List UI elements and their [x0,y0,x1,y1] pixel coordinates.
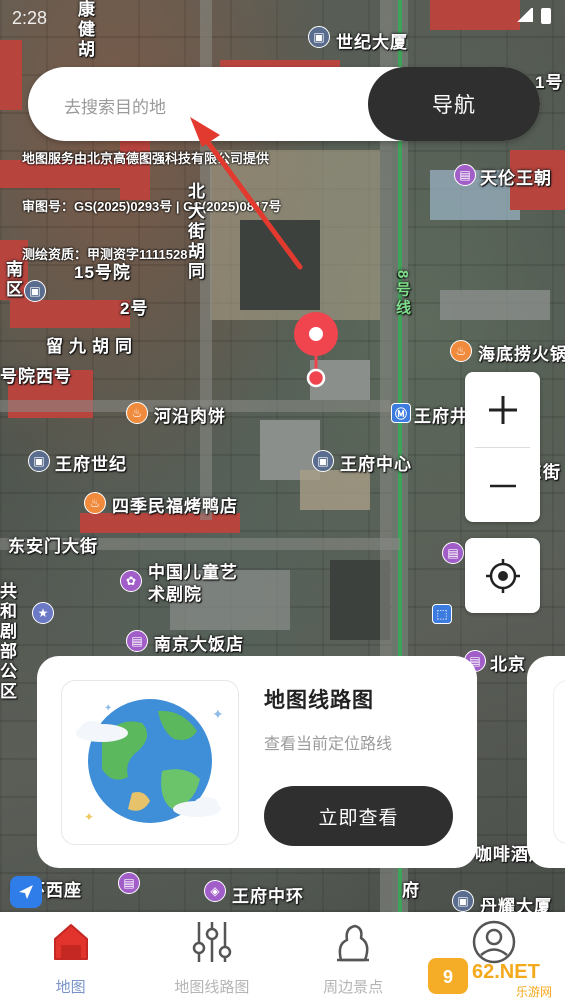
card-subtitle: 查看当前定位路线 [264,736,393,753]
map-label: 南区 [3,260,22,300]
shopping-icon[interactable]: ◈ [204,880,226,902]
theater-icon[interactable]: ✿ [120,570,142,592]
tab-map[interactable]: 地图 [0,912,141,1004]
map-label[interactable]: 天伦王朝 [480,164,552,189]
map-label: 留九胡同 [46,337,138,356]
map-label[interactable]: 王府中心 [340,450,412,475]
next-card-thumbnail [553,680,565,844]
building [430,0,520,30]
map-label: 府 [402,881,420,900]
hotel-icon[interactable]: ▤ [454,164,476,186]
office-icon[interactable]: ▣ [312,450,334,472]
zoom-controls [465,372,540,522]
watermark-sub: 乐游网 [516,985,552,999]
hotel-icon[interactable]: ▤ [442,542,464,564]
subway-line-label: 8号线 [394,270,411,318]
map-label[interactable]: 河沿肉饼 [154,402,226,427]
globe-icon: ✦ ✦ ✦ [76,699,224,824]
office-icon[interactable]: ▣ [24,280,46,302]
svg-text:✦: ✦ [104,703,112,714]
zoom-in-button[interactable] [465,372,540,447]
building [0,40,22,110]
map-label[interactable]: 王府井 [414,402,468,427]
crosshair-icon [485,558,520,593]
map-label[interactable]: 海底捞火锅 [478,340,565,365]
search-input[interactable]: 去搜索目的地 [64,93,166,118]
tab-label: 周边景点 [323,979,384,996]
svg-text:9: 9 [443,967,453,987]
card-thumbnail: ✦ ✦ ✦ [61,680,239,845]
building [440,290,550,320]
restaurant-icon[interactable]: ♨ [450,340,472,362]
favorite-icon[interactable]: ★ [32,602,54,624]
view-now-button[interactable]: 立即查看 [264,786,453,846]
navigation-app-icon[interactable] [10,876,42,908]
status-icons [515,8,551,24]
tab-route-map[interactable]: 地图线路图 [141,912,282,1004]
navigate-button[interactable]: 导航 [368,67,540,141]
map-label[interactable]: 四季民福烤鸭店 [112,492,238,517]
map-label: 康健胡 [75,0,94,60]
building [300,470,370,510]
map-label: 东安门大街 [8,537,98,556]
sliders-icon [190,920,234,964]
status-time: 2:28 [12,8,48,28]
restaurant-icon[interactable]: ♨ [126,402,148,424]
map-label: 号院西号 [0,367,72,386]
subway-icon[interactable]: Ⓜ [391,403,411,423]
map-label[interactable]: 王府中环 [232,882,304,907]
zoom-out-button[interactable] [465,448,540,523]
restaurant-icon[interactable]: ♨ [84,492,106,514]
map-label[interactable]: 王府世纪 [55,450,127,475]
site-watermark: 9 62.NET 乐游网 [426,952,561,1000]
map-label: 1号 [535,73,564,92]
office-icon[interactable]: ▣ [28,450,50,472]
location-pin-icon[interactable] [290,310,342,390]
hotel-icon[interactable]: ▤ [118,872,140,894]
map-label: 15号院 [74,263,131,282]
minus-icon [489,484,516,487]
office-icon[interactable]: ▣ [452,890,474,912]
office-icon[interactable]: ▣ [308,26,330,48]
locate-button[interactable] [465,538,540,613]
map-label: 2号 [120,299,149,318]
battery-icon [541,8,551,24]
hotel-icon[interactable]: ▤ [126,630,148,652]
exit-icon[interactable]: ⬚ [432,604,452,624]
map-label[interactable]: 世纪大厦 [336,28,408,53]
map-label: 共和剧部公区 [0,582,20,701]
signal-icon [515,8,533,22]
map-label[interactable]: 北京 [490,650,526,675]
tab-label: 地图线路图 [174,979,250,996]
landmark-icon [331,920,375,964]
map-label[interactable]: 中国儿童艺术剧院 [148,562,238,606]
building [10,300,130,328]
svg-text:✦: ✦ [212,707,224,723]
plus-icon [488,395,517,424]
map-label[interactable]: 丹耀大厦 [480,892,552,912]
card-title: 地图线路图 [264,689,374,712]
svg-text:✦: ✦ [84,810,94,824]
annotation-arrow-icon [190,117,303,270]
compass-arrow-icon [19,885,33,899]
map-label[interactable]: 南京大饭店 [154,630,244,655]
route-map-card[interactable]: ✦ ✦ ✦ 地图线路图 查看当前定位路线 立即查看 [37,656,477,868]
home-icon [49,920,93,964]
tab-nearby[interactable]: 周边景点 [283,912,424,1004]
tab-label: 地图 [55,979,86,996]
watermark-text: 62.NET [472,961,540,983]
